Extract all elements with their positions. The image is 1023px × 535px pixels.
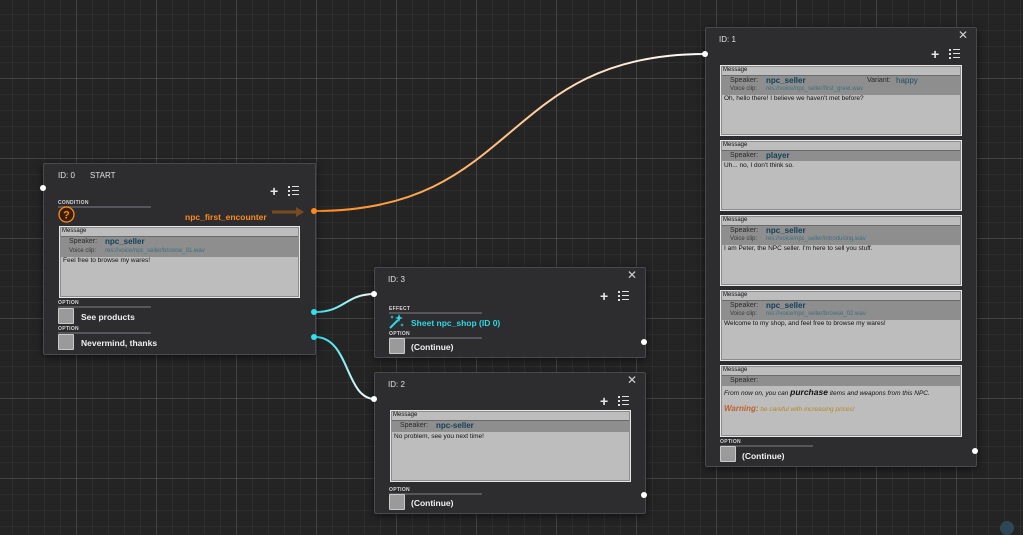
option-checkbox[interactable] — [58, 334, 74, 350]
plus-icon[interactable]: + — [931, 47, 939, 61]
input-port[interactable] — [40, 185, 46, 191]
speaker-name[interactable]: npc_seller — [766, 301, 806, 310]
speaker-label: Speaker: — [730, 152, 759, 159]
message-header: Message — [723, 367, 748, 373]
text-segment: items and weapons from this NPC. — [827, 390, 930, 397]
message-text[interactable]: No problem, see you next time! — [394, 433, 484, 440]
node-id: ID: 0 — [58, 171, 75, 180]
plus-icon[interactable]: + — [270, 184, 278, 198]
text-segment: From now on, you can — [724, 390, 791, 397]
text-bold-segment: purchase — [790, 387, 828, 397]
speaker-name[interactable]: player — [766, 151, 790, 160]
message-text[interactable]: Welcome to my shop, and feel free to bro… — [724, 320, 886, 327]
dialogue-node-3[interactable]: ID: 3 ✕ + EFFECT Sheet npc_shop (ID 0) O… — [374, 267, 646, 358]
warning-text[interactable]: Warning: be careful with increasing pric… — [724, 404, 855, 413]
speaker-name[interactable]: npc_seller — [105, 237, 145, 246]
speaker-name[interactable]: npc_seller — [766, 226, 806, 235]
output-port[interactable] — [641, 492, 647, 498]
message-header: Message — [723, 142, 748, 148]
condition-output-port[interactable] — [311, 208, 317, 214]
voice-clip-label: Voice clip: — [730, 311, 758, 317]
close-icon[interactable]: ✕ — [627, 269, 637, 281]
message-text[interactable]: From now on, you can purchase items and … — [724, 387, 930, 397]
message-box[interactable]: Message Speaker: npc_seller Variant: hap… — [720, 65, 962, 136]
wire-option-see-products-to-id3 — [314, 293, 376, 313]
list-icon[interactable] — [618, 291, 629, 301]
node-id: ID: 1 — [719, 35, 736, 44]
list-icon[interactable] — [949, 49, 960, 59]
input-port[interactable] — [371, 396, 377, 402]
speaker-label: Speaker: — [400, 422, 429, 429]
node-id: ID: 3 — [388, 275, 405, 284]
wire-option-nevermind-to-id2 — [314, 336, 376, 400]
voice-clip-path[interactable]: res://voice/npc_seller/introducing.wav — [766, 236, 866, 242]
input-port[interactable] — [702, 51, 708, 57]
option-text[interactable]: (Continue) — [742, 451, 785, 461]
list-icon[interactable] — [288, 186, 299, 196]
option-checkbox[interactable] — [58, 308, 74, 324]
speaker-name[interactable]: npc-seller — [436, 421, 474, 430]
question-circle-icon[interactable]: ? — [58, 206, 75, 223]
option-text[interactable]: (Continue) — [411, 498, 454, 508]
message-box[interactable]: Message Speaker: npc_seller Voice clip: … — [59, 226, 300, 298]
message-box[interactable]: Message Speaker: npc_seller Voice clip: … — [720, 215, 962, 286]
voice-clip-label: Voice clip: — [730, 236, 758, 242]
voice-clip-path[interactable]: res://voice/npc_seller/browse_01.wav — [105, 248, 205, 254]
speaker-label: Speaker: — [730, 302, 759, 309]
message-box[interactable]: Message Speaker: npc-seller No problem, … — [390, 410, 631, 482]
option-text[interactable]: See products — [81, 312, 135, 322]
plus-icon[interactable]: + — [600, 289, 608, 303]
message-text[interactable]: Uh... no, I don't think so. — [724, 162, 794, 169]
message-box[interactable]: Message Speaker: From now on, you can pu… — [720, 365, 962, 437]
message-header: Message — [723, 67, 748, 73]
node-id: ID: 2 — [388, 380, 405, 389]
dialogue-node-0[interactable]: ID: 0 START + CONDITION ? npc_first_enco… — [43, 163, 316, 355]
speaker-label: Speaker: — [730, 227, 759, 234]
speaker-name[interactable]: npc_seller — [766, 76, 806, 85]
svg-text:?: ? — [63, 210, 70, 222]
option-text[interactable]: (Continue) — [411, 342, 454, 352]
speaker-label: Speaker: — [730, 77, 759, 84]
effect-text[interactable]: Sheet npc_shop (ID 0) — [411, 318, 500, 328]
voice-clip-label: Voice clip: — [730, 86, 758, 92]
start-label: START — [90, 171, 116, 180]
output-port[interactable] — [641, 339, 647, 345]
message-box[interactable]: Message Speaker: npc_seller Voice clip: … — [720, 290, 962, 361]
wire-condition-to-id1 — [314, 53, 706, 212]
option-checkbox[interactable] — [389, 338, 405, 354]
dialogue-node-1[interactable]: ID: 1 ✕ + Message Speaker: npc_seller Va… — [705, 27, 977, 467]
variant-value[interactable]: happy — [896, 76, 918, 85]
message-header: Message — [723, 217, 748, 223]
message-text[interactable]: I am Peter, the NPC seller. I'm here to … — [724, 245, 873, 252]
voice-clip-path[interactable]: res://voice/npc_seller/browse_02.wav — [766, 311, 866, 317]
warning-label: Warning: — [724, 404, 759, 413]
magic-sparkle-icon[interactable] — [388, 313, 405, 329]
input-port[interactable] — [371, 291, 377, 297]
message-header: Message — [62, 228, 87, 234]
condition-name: npc_first_encounter — [185, 212, 267, 222]
dialogue-node-2[interactable]: ID: 2 ✕ + Message Speaker: npc-seller No… — [374, 372, 646, 514]
plus-icon[interactable]: + — [600, 394, 608, 408]
message-box[interactable]: Message Speaker: player Uh... no, I don'… — [720, 140, 962, 211]
speaker-label: Speaker: — [69, 238, 98, 245]
warning-message: be careful with increasing prices! — [758, 406, 855, 413]
option-output-port[interactable] — [311, 309, 317, 315]
speaker-label: Speaker: — [730, 377, 759, 384]
message-header: Message — [723, 292, 748, 298]
option-checkbox[interactable] — [389, 494, 405, 510]
message-text[interactable]: Feel free to browse my wares! — [63, 257, 150, 264]
option-checkbox[interactable] — [720, 446, 736, 462]
option-text[interactable]: Nevermind, thanks — [81, 338, 157, 348]
voice-clip-label: Voice clip: — [69, 248, 97, 254]
arrow-right-icon — [272, 207, 304, 217]
list-icon[interactable] — [618, 396, 629, 406]
close-icon[interactable]: ✕ — [627, 374, 637, 386]
message-text[interactable]: Oh, hello there! I believe we haven't me… — [724, 95, 864, 102]
close-icon[interactable]: ✕ — [958, 29, 968, 41]
voice-clip-path[interactable]: res://voice/npc_seller/first_greet.wav — [766, 86, 863, 92]
message-header: Message — [393, 412, 418, 418]
output-port[interactable] — [972, 448, 978, 454]
option-output-port[interactable] — [311, 334, 317, 340]
variant-label: Variant: — [867, 77, 891, 84]
